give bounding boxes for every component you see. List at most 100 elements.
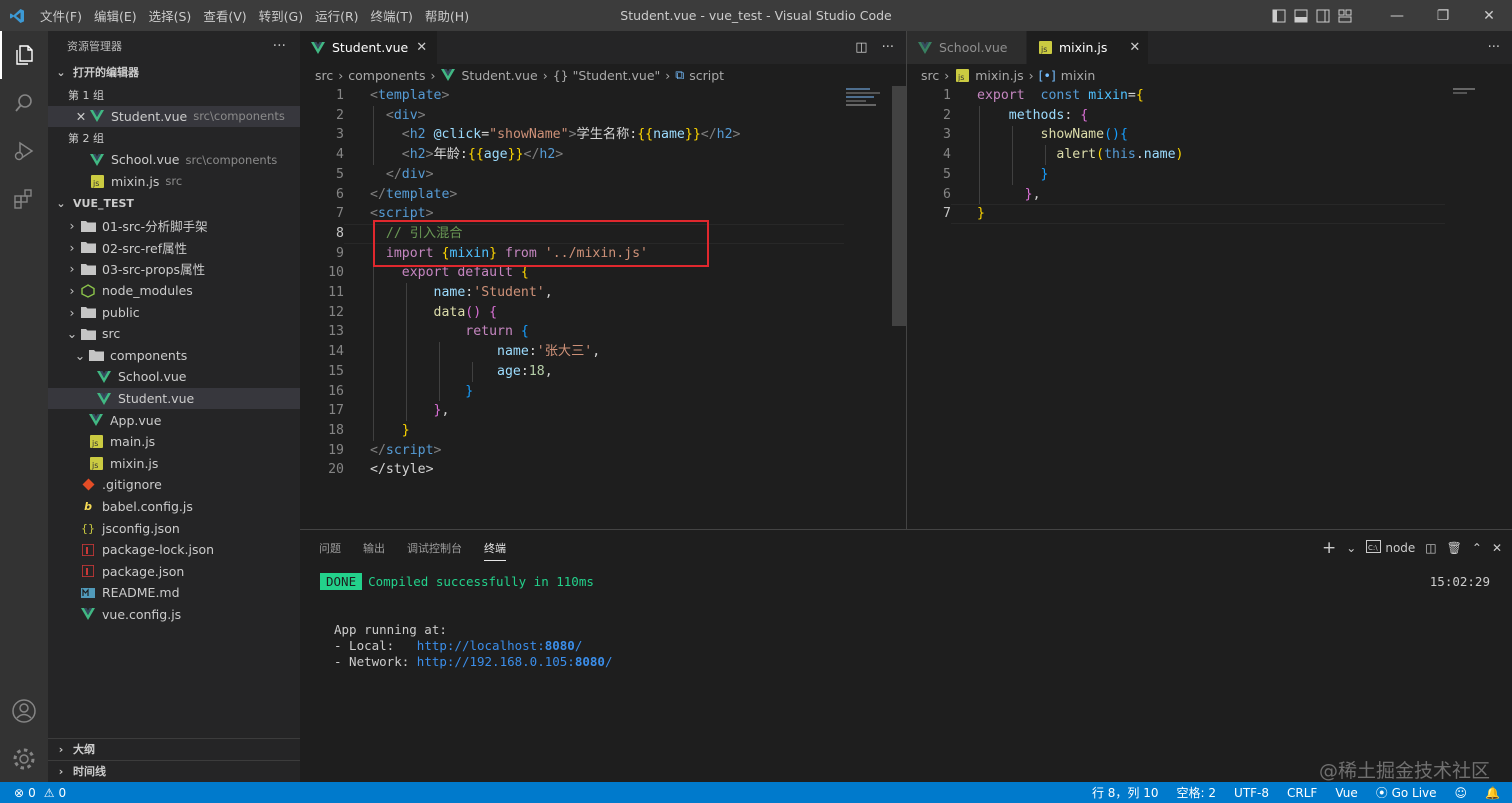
menu-file[interactable]: 文件(F) (34, 6, 88, 25)
run-debug-icon[interactable] (0, 127, 48, 175)
tree-item-folder[interactable]: › 03-src-props属性 (48, 258, 300, 280)
customize-layout-icon[interactable] (1334, 0, 1356, 31)
close-tab-icon[interactable]: ✕ (1129, 40, 1140, 55)
breadcrumb-item[interactable]: {} "Student.vue" (553, 68, 661, 83)
tree-item-file[interactable]: README.md (48, 582, 300, 604)
encoding[interactable]: UTF-8 (1234, 786, 1269, 800)
account-icon[interactable] (0, 687, 48, 735)
maximize-panel-icon[interactable]: ⌃ (1472, 541, 1482, 555)
more-actions-icon[interactable]: ··· (273, 31, 286, 62)
close-window-icon[interactable]: ✕ (1466, 0, 1512, 31)
cursor-position[interactable]: 行 8，列 10 (1092, 784, 1159, 801)
split-editor-icon[interactable]: ◫ (855, 40, 867, 55)
restore-icon[interactable]: ❐ (1420, 0, 1466, 31)
split-terminal-icon[interactable]: ◫ (1425, 541, 1436, 555)
explorer-icon[interactable] (0, 31, 48, 79)
close-tab-icon[interactable]: ✕ (416, 40, 427, 55)
open-editor-school[interactable]: School.vue src\components (48, 149, 300, 171)
tree-item-file[interactable]: {} jsconfig.json (48, 517, 300, 539)
tree-item-file[interactable]: Student.vue (48, 387, 300, 410)
compile-message: Compiled successfully in 110ms (368, 574, 594, 589)
broadcast-icon: ⦿ (1375, 786, 1388, 800)
trash-icon[interactable]: 🗑 (1447, 541, 1462, 555)
chevron-down-icon[interactable]: ⌄ (1346, 541, 1356, 555)
language-mode[interactable]: Vue (1335, 786, 1357, 800)
manage-gear-icon[interactable] (0, 735, 48, 783)
menu-go[interactable]: 转到(G) (253, 6, 309, 25)
go-live-button[interactable]: ⦿ Go Live (1376, 784, 1437, 801)
tree-item-file[interactable]: vue.config.js (48, 604, 300, 626)
line-number: 3 (336, 127, 344, 143)
tab-output[interactable]: 输出 (363, 536, 385, 560)
toggle-sidebar-icon[interactable] (1268, 0, 1290, 31)
new-terminal-icon[interactable]: + (1322, 538, 1336, 558)
open-editor-path: src (165, 174, 183, 189)
tree-item-file[interactable]: School.vue (48, 366, 300, 388)
breadcrumb-item[interactable]: mixin.js (975, 68, 1023, 83)
breadcrumb-item[interactable]: Student.vue (461, 68, 537, 83)
outline-section[interactable]: › 大纲 (48, 738, 300, 760)
search-icon[interactable] (0, 79, 48, 127)
tree-item-folder[interactable]: ⌄ components (48, 345, 300, 367)
tree-item-file[interactable]: js mixin.js (48, 453, 300, 475)
more-actions-icon[interactable]: ··· (1488, 40, 1500, 55)
menu-terminal[interactable]: 终端(T) (365, 6, 419, 25)
project-section[interactable]: ⌄ VUE_TEST (48, 193, 300, 215)
open-editor-mixin[interactable]: js mixin.js src (48, 170, 300, 192)
tab-mixin-js[interactable]: js mixin.js ✕ (1027, 31, 1149, 64)
terminal-shell-name[interactable]: node (1385, 541, 1415, 555)
menu-help[interactable]: 帮助(H) (419, 6, 475, 25)
tab-terminal[interactable]: 终端 (484, 536, 506, 561)
tree-item-folder[interactable]: › 01-src-分析脚手架 (48, 215, 300, 237)
breadcrumb-item[interactable]: src (921, 68, 939, 83)
breadcrumb-item[interactable]: mixin (1061, 68, 1095, 83)
problems-status[interactable]: ⊗ 0 ⚠ 0 (0, 786, 66, 800)
tab-problems[interactable]: 问题 (319, 536, 341, 560)
tree-item-file[interactable]: .gitignore (48, 474, 300, 496)
tree-item-folder[interactable]: ⌄ src (48, 323, 300, 345)
tree-item-file[interactable]: App.vue (48, 409, 300, 431)
tree-item-folder[interactable]: › public (48, 301, 300, 323)
timeline-section[interactable]: › 时间线 (48, 760, 300, 782)
extensions-icon[interactable] (0, 175, 48, 223)
tab-student-vue[interactable]: Student.vue ✕ (300, 31, 439, 64)
breadcrumb-item[interactable]: components (348, 68, 425, 83)
code-area[interactable]: 1 2 3 4 5 6 7 export const mixin={ metho… (907, 86, 1497, 529)
toggle-secondary-sidebar-icon[interactable] (1312, 0, 1334, 31)
close-icon[interactable]: ✕ (73, 108, 89, 124)
indentation[interactable]: 空格: 2 (1177, 784, 1217, 801)
tab-debug-console[interactable]: 调试控制台 (407, 536, 462, 560)
menu-selection[interactable]: 选择(S) (143, 6, 198, 25)
toggle-panel-icon[interactable] (1290, 0, 1312, 31)
tree-item-file[interactable]: package-lock.json (48, 539, 300, 561)
menu-run[interactable]: 运行(R) (309, 6, 364, 25)
tree-label: package.json (102, 563, 185, 579)
tree-item-folder[interactable]: › node_modules (48, 280, 300, 302)
tab-school-vue[interactable]: School.vue (907, 31, 1027, 64)
feedback-icon[interactable]: ☺ (1455, 786, 1468, 800)
tree-item-file[interactable]: b babel.config.js (48, 496, 300, 518)
menu-edit[interactable]: 编辑(E) (88, 6, 143, 25)
code-line: showName(){ (1040, 127, 1128, 143)
open-editor-student[interactable]: ✕ Student.vue src\components (48, 105, 300, 128)
tree-item-folder[interactable]: › 02-src-ref属性 (48, 237, 300, 259)
breadcrumb-item[interactable]: src (315, 68, 333, 83)
network-url[interactable]: http://192.168.0.105:8080/ (417, 654, 613, 669)
local-url[interactable]: http://localhost:8080/ (417, 638, 583, 653)
open-editors-section[interactable]: ⌄ 打开的编辑器 (48, 62, 300, 84)
breadcrumb-item[interactable]: script (689, 68, 724, 83)
close-panel-icon[interactable]: ✕ (1492, 541, 1502, 555)
minimize-icon[interactable]: — (1374, 0, 1420, 31)
more-actions-icon[interactable]: ··· (882, 40, 894, 55)
vue-file-icon (80, 606, 96, 622)
tree-item-file[interactable]: package.json (48, 560, 300, 582)
notifications-bell-icon[interactable]: 🔔 (1485, 786, 1500, 800)
line-number: 3 (943, 127, 951, 143)
menu-view[interactable]: 查看(V) (197, 6, 252, 25)
code-area[interactable]: 1 2 3 4 5 6 7 8 9 10 11 12 13 14 15 16 1… (300, 86, 890, 529)
timeline-label: 时间线 (73, 764, 106, 778)
line-ending[interactable]: CRLF (1287, 786, 1317, 800)
scrollbar[interactable] (892, 86, 906, 326)
terminal-output[interactable]: DONE Compiled successfully in 110ms 15:02… (320, 573, 1492, 670)
tree-item-file[interactable]: js main.js (48, 431, 300, 453)
